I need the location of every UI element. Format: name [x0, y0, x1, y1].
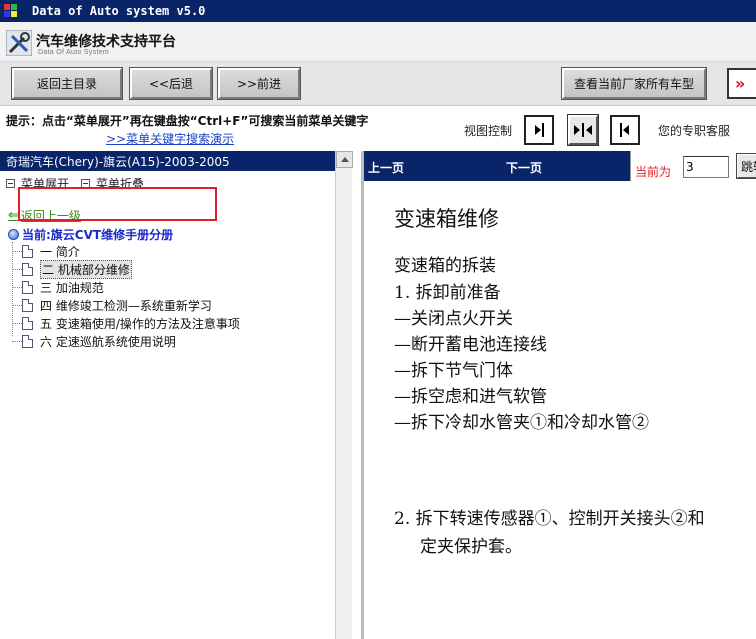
support-label: 您的专职客服 — [658, 124, 731, 138]
document-icon — [22, 244, 33, 258]
tree-item-label: 六 定速巡航系统使用说明 — [40, 334, 176, 349]
more-arrow-button[interactable]: » — [727, 68, 756, 99]
prev-page-button[interactable]: 上一页 — [368, 159, 404, 176]
document-icon — [22, 334, 33, 348]
app-subtitle: Data Of Auto System — [38, 49, 110, 56]
current-page-label: 当前为 — [635, 165, 672, 179]
app-title: 汽车维修技术支持平台 — [36, 34, 176, 50]
document-icon — [22, 298, 33, 312]
main-toolbar: 返回主目录 <<后退 >>前进 查看当前厂家所有车型 » — [0, 62, 756, 106]
document-line: —断开蓄电池连接线 — [394, 335, 547, 355]
back-button[interactable]: <<后退 — [129, 67, 213, 100]
page-jump-area: 当前为 跳转 — [630, 151, 756, 181]
document-icon — [22, 262, 33, 276]
split-view-icon — [574, 123, 592, 137]
tree-branch — [12, 250, 22, 252]
tree-item-label: 三 加油规范 — [40, 280, 104, 295]
scroll-up-icon[interactable] — [336, 151, 353, 168]
document-icon — [22, 280, 33, 294]
tree-item-inspection[interactable]: 四 维修竣工检测—系统重新学习 — [12, 296, 212, 314]
document-body: 变速箱维修 变速箱的拆装 1. 拆卸前准备 —关闭点火开关 —断开蓄电池连接线 … — [394, 203, 649, 436]
tree-item-refuel[interactable]: 三 加油规范 — [12, 278, 104, 296]
view-split-button[interactable] — [567, 114, 599, 146]
tree-branch — [12, 322, 22, 324]
document-icon — [22, 316, 33, 330]
document-title: 变速箱维修 — [394, 207, 499, 231]
double-chevron-icon: » — [735, 74, 746, 93]
tree-branch — [12, 286, 22, 288]
panel-right-icon — [535, 123, 544, 137]
tree-branch — [12, 340, 22, 342]
tree-item-cruise[interactable]: 六 定速巡航系统使用说明 — [12, 332, 176, 350]
vehicle-title: 奇瑞汽车(Chery)-旗云(A15)-2003-2005 — [0, 151, 335, 171]
tools-logo-icon — [6, 30, 32, 56]
window-titlebar: Data of Auto system v5.0 — [0, 0, 756, 22]
page-nav-bar: 上一页 下一页 当前为 跳转 — [364, 151, 756, 181]
menu-scrollbar[interactable] — [335, 151, 353, 639]
document-line: 1. 拆卸前准备 — [394, 283, 501, 303]
document-line: —拆下节气门体 — [394, 361, 513, 381]
page-number-input[interactable] — [683, 156, 729, 178]
tree-item-label: 五 变速箱使用/操作的方法及注意事项 — [40, 316, 240, 331]
document-step2-line1: 2. 拆下转速传感器①、控制开关接头②和 — [394, 509, 705, 529]
tree-item-label: 四 维修竣工检测—系统重新学习 — [40, 298, 212, 313]
document-line: —拆下冷却水管夹①和冷却水管② — [394, 413, 649, 433]
panel-left-icon — [620, 123, 629, 137]
tree-item-label: 一 简介 — [40, 244, 80, 259]
current-manual: 当前:旗云CVT维修手册分册 — [8, 226, 173, 243]
search-demo-link[interactable]: >>菜单关键字搜索演示 — [106, 130, 234, 147]
document-panel: 上一页 下一页 当前为 跳转 变速箱维修 变速箱的拆装 1. 拆卸前准备 —关闭… — [361, 151, 756, 639]
expand-icon — [6, 179, 15, 188]
tree-branch — [12, 268, 22, 270]
tree-item-transmission-use[interactable]: 五 变速箱使用/操作的方法及注意事项 — [12, 314, 240, 332]
app-header: 汽车维修技术支持平台 Data Of Auto System — [0, 22, 756, 62]
highlight-box — [18, 187, 217, 221]
jump-button[interactable]: 跳转 — [736, 153, 756, 179]
globe-icon — [8, 229, 19, 240]
document-line: —关闭点火开关 — [394, 309, 513, 329]
tree-item-mechanical[interactable]: 二 机械部分维修 — [12, 259, 132, 279]
document-section: 变速箱的拆装 — [394, 256, 496, 276]
app-window-icon — [4, 4, 18, 18]
document-step2: 2. 拆下转速传感器①、控制开关接头②和 定夹保护套。 — [394, 505, 705, 561]
document-line: —拆空虑和进气软管 — [394, 387, 547, 407]
window-title: Data of Auto system v5.0 — [32, 4, 206, 18]
all-models-button[interactable]: 查看当前厂家所有车型 — [561, 67, 707, 100]
next-page-button[interactable]: 下一页 — [506, 159, 542, 176]
tree-item-intro[interactable]: 一 简介 — [12, 242, 80, 260]
current-manual-label: 当前:旗云CVT维修手册分册 — [22, 228, 174, 242]
tree-branch — [12, 304, 22, 306]
document-step2-line2: 定夹保护套。 — [420, 537, 522, 557]
menu-panel: 奇瑞汽车(Chery)-旗云(A15)-2003-2005 菜单展开 菜单折叠 … — [0, 151, 353, 639]
hint-bar: 提示：点击“菜单展开”再在键盘按“Ctrl+F”可搜索当前菜单关键字 >>菜单关… — [0, 107, 756, 151]
forward-button[interactable]: >>前进 — [217, 67, 301, 100]
view-control-label: 视图控制 — [464, 124, 513, 138]
tree-item-label: 二 机械部分维修 — [40, 259, 132, 279]
search-hint-text: 提示：点击“菜单展开”再在键盘按“Ctrl+F”可搜索当前菜单关键字 — [6, 114, 369, 128]
view-left-button[interactable] — [610, 115, 640, 145]
home-button[interactable]: 返回主目录 — [11, 67, 123, 100]
view-right-button[interactable] — [524, 115, 554, 145]
